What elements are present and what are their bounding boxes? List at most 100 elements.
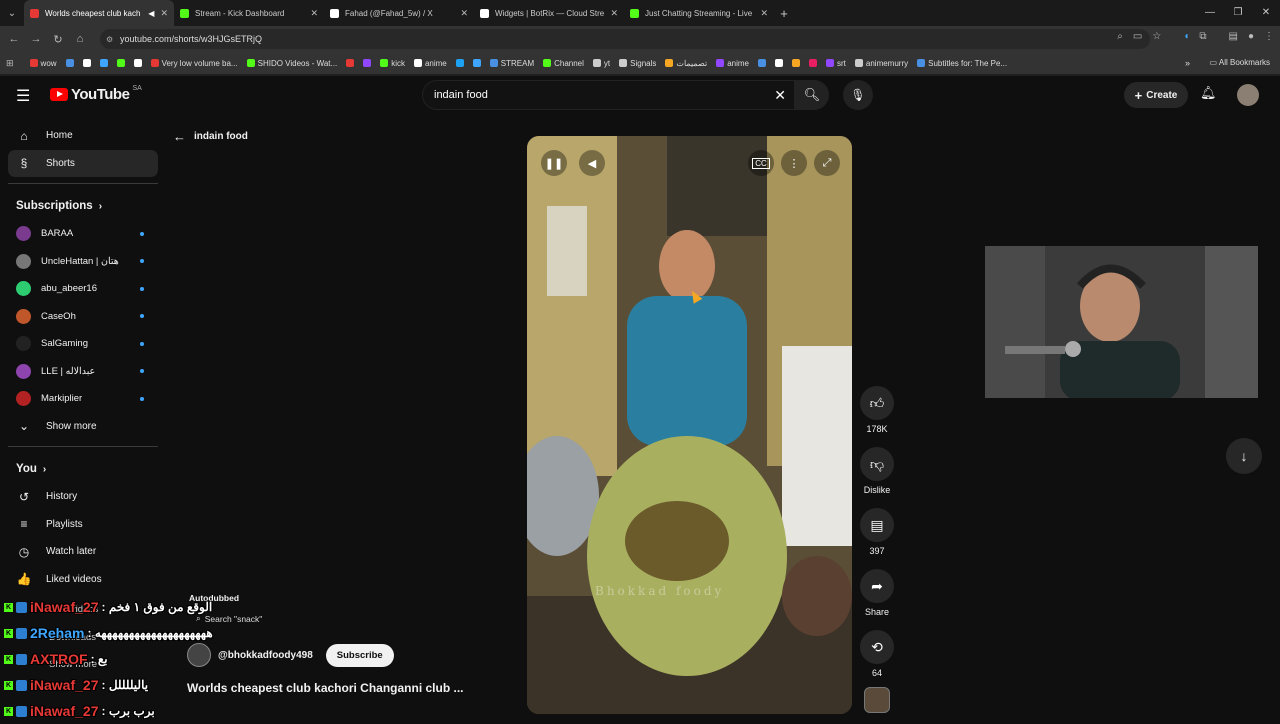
tab-close-icon[interactable]: ✕ xyxy=(610,8,618,19)
comments-action[interactable]: ▤ 397 xyxy=(856,508,898,556)
browser-menu-icon[interactable]: ⋮ xyxy=(1264,31,1274,42)
sidebar-item-playlists[interactable]: ≡ Playlists xyxy=(8,511,158,539)
bookmark-item[interactable] xyxy=(346,59,355,68)
bookmark-item[interactable] xyxy=(82,59,91,68)
show-more-button[interactable]: ⌄ Show more xyxy=(8,413,158,441)
voice-search-button[interactable]: 🎙︎ xyxy=(843,80,873,110)
site-info-icon[interactable]: ⚙ xyxy=(106,35,113,44)
apps-icon[interactable]: ⊞ xyxy=(6,58,14,69)
bookmark-item[interactable] xyxy=(116,59,125,68)
create-button[interactable]: + Create xyxy=(1124,82,1188,108)
fullscreen-button[interactable]: ⤢ xyxy=(814,150,840,176)
tab-close-icon[interactable]: ✕ xyxy=(760,8,768,19)
bookmark-item[interactable] xyxy=(99,59,108,68)
you-heading[interactable]: You › xyxy=(8,455,158,483)
bookmark-item[interactable] xyxy=(455,59,464,68)
all-bookmarks[interactable]: ▭ All Bookmarks xyxy=(1203,52,1270,74)
subscription-item[interactable]: CaseOh xyxy=(8,303,158,331)
dislike-action[interactable]: 👎︎ Dislike xyxy=(856,447,898,495)
remix-icon[interactable]: ⟲ xyxy=(860,630,894,664)
tab-search-icon[interactable]: ⌄ xyxy=(0,0,24,26)
reload-icon[interactable]: ↻ xyxy=(47,33,69,46)
sidebar-item-watch-later[interactable]: ◷ Watch later xyxy=(8,538,158,566)
thumbs-up-icon[interactable]: 👍︎ xyxy=(860,386,894,420)
url-field[interactable]: ⚙ youtube.com/shorts/w3HJGsETRjQ xyxy=(100,29,1150,49)
browser-tab[interactable]: Widgets | BotRix — Cloud Strea ✕ xyxy=(474,0,624,26)
like-action[interactable]: 👍︎ 178K xyxy=(856,386,898,434)
bookmark-item[interactable]: wow xyxy=(29,59,57,68)
bookmark-item[interactable] xyxy=(65,59,74,68)
minimize-icon[interactable]: — xyxy=(1196,0,1224,26)
subscription-item[interactable]: UncleHattan | هتان xyxy=(8,248,158,276)
bookmark-item[interactable]: SHIDO Videos - Wat... xyxy=(246,59,337,68)
maximize-icon[interactable]: ❐ xyxy=(1224,0,1252,26)
guide-menu-icon[interactable]: ☰ xyxy=(16,86,34,106)
captions-button[interactable]: CC xyxy=(748,150,774,176)
bookmark-item[interactable]: Subtitles for: The Pe... xyxy=(917,59,1007,68)
bookmark-item[interactable]: animemurry xyxy=(854,59,908,68)
bookmark-item[interactable]: anime xyxy=(716,59,749,68)
browser-tab[interactable]: Fahad (@Fahad_5w) / X ✕ xyxy=(324,0,474,26)
sound-channel-thumbnail[interactable] xyxy=(864,687,890,713)
next-short-button[interactable]: ↓ xyxy=(1226,438,1262,474)
youtube-logo[interactable]: YouTube SA xyxy=(50,85,142,103)
bookmarks-overflow-icon[interactable]: » xyxy=(1185,58,1190,68)
bookmark-item[interactable] xyxy=(809,59,817,68)
back-to-results[interactable]: ← indain food xyxy=(173,129,248,144)
sidebar-item-shorts[interactable]: § Shorts xyxy=(8,149,158,177)
subscribe-button[interactable]: Subscribe xyxy=(325,643,394,667)
bookmark-item[interactable] xyxy=(133,59,142,68)
close-window-icon[interactable]: ✕ xyxy=(1252,0,1280,26)
back-icon[interactable]: ← xyxy=(3,33,25,45)
sidebar-item-history[interactable]: ↺ History xyxy=(8,483,158,511)
subscriptions-heading[interactable]: Subscriptions › xyxy=(8,192,158,220)
subscription-item[interactable]: BARAA xyxy=(8,220,158,248)
more-options-button[interactable]: ⋮ xyxy=(781,150,807,176)
volume-button[interactable]: ◀ xyxy=(579,150,605,176)
bookmark-item[interactable]: anime xyxy=(413,59,447,68)
browser-tab[interactable]: Stream - Kick Dashboard ✕ xyxy=(174,0,324,26)
new-tab-button[interactable]: + xyxy=(774,6,794,21)
comment-icon[interactable]: ▤ xyxy=(860,508,894,542)
remix-action[interactable]: ⟲ 64 xyxy=(856,630,898,678)
tab-close-icon[interactable]: ✕ xyxy=(460,8,468,19)
tab-close-icon[interactable]: ✕ xyxy=(160,8,168,19)
bookmark-item[interactable] xyxy=(775,59,783,68)
bookmark-item[interactable]: Signals xyxy=(619,59,656,68)
notifications-icon[interactable]: 🔔︎ xyxy=(1200,85,1217,101)
thumbs-down-icon[interactable]: 👎︎ xyxy=(860,447,894,481)
bookmark-item[interactable] xyxy=(363,59,372,68)
tab-close-icon[interactable]: ✕ xyxy=(310,8,318,19)
bookmark-item[interactable]: kick xyxy=(380,59,405,68)
bookmark-item[interactable]: تصميمات xyxy=(665,59,707,68)
profile-icon[interactable]: ● xyxy=(1248,31,1254,42)
subscription-item[interactable]: Markiplier xyxy=(8,385,158,413)
subscription-item[interactable]: abu_abeer16 xyxy=(8,275,158,303)
extensions-puzzle-icon[interactable]: ⧉ xyxy=(1199,31,1206,42)
bookmark-item[interactable]: Very low volume ba... xyxy=(150,59,238,68)
bookmark-item[interactable]: Channel xyxy=(543,59,584,68)
share-action[interactable]: ➦ Share xyxy=(856,569,898,617)
bookmark-item[interactable] xyxy=(792,59,800,68)
browser-tab[interactable]: Just Chatting Streaming - Live ✕ xyxy=(624,0,774,26)
forward-icon[interactable]: → xyxy=(25,33,47,45)
browser-tab[interactable]: Worlds cheapest club kach ◀ ✕ xyxy=(24,0,174,26)
bookmark-item[interactable] xyxy=(758,59,766,68)
bookmark-item[interactable] xyxy=(472,59,481,68)
subscription-item[interactable]: LLE | عبدالاله xyxy=(8,358,158,386)
bookmark-item[interactable]: STREAM xyxy=(489,59,534,68)
sidebar-item-liked-videos[interactable]: 👍 Liked videos xyxy=(8,566,158,594)
sidepanel-icon[interactable]: ▤ xyxy=(1229,31,1238,42)
extension-icon[interactable]: ◖ xyxy=(1183,31,1189,42)
bookmark-item[interactable]: srt xyxy=(826,59,846,68)
short-video-player[interactable]: ❚❚ ◀ CC ⋮ ⤢ Bhokkad foody xyxy=(527,136,852,714)
sidebar-item-home[interactable]: ⌂ Home xyxy=(8,122,158,150)
search-input[interactable]: indain food ✕ xyxy=(422,80,795,110)
share-icon[interactable]: ➦ xyxy=(860,569,894,603)
account-avatar[interactable] xyxy=(1237,84,1259,106)
cast-icon[interactable]: ▭ xyxy=(1133,31,1142,42)
home-icon[interactable]: ⌂ xyxy=(69,33,91,45)
clear-search-icon[interactable]: ✕ xyxy=(774,87,786,104)
bookmark-item[interactable]: yt xyxy=(592,59,610,68)
pause-button[interactable]: ❚❚ xyxy=(541,150,567,176)
